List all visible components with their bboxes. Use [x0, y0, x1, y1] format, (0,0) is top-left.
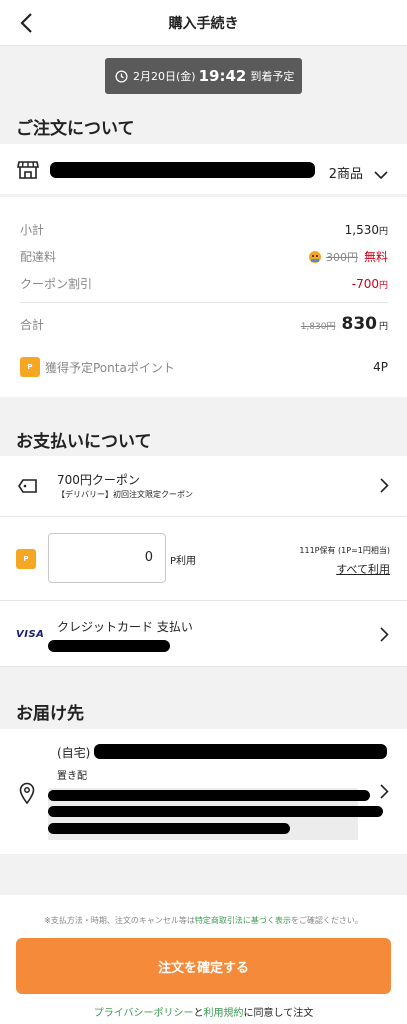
subtotal-label: 小計 [20, 223, 45, 237]
subtotal-value: 1,530 [344, 222, 379, 237]
header-bar: 購入手続き [0, 0, 407, 46]
visa-icon: VISA [16, 629, 45, 640]
coupon-tag-icon [18, 478, 38, 498]
address-line2-redacted [48, 806, 383, 817]
address-line3-redacted [48, 823, 290, 834]
points-use-input[interactable]: 0 [48, 533, 166, 583]
ponta-points-row: P 獲得予定Pontaポイント 4P [20, 356, 388, 378]
payment-section-title: お支払いについて [16, 432, 152, 452]
points-label: 獲得予定Pontaポイント [45, 360, 175, 375]
total-value: 830 [341, 314, 377, 334]
card-number-redacted [48, 640, 170, 652]
store-icon [17, 160, 39, 184]
total-row: 合計 1,830円 830 円 [20, 314, 388, 334]
coupon-row[interactable]: 700円クーポン 【デリバリー】初回注文限定クーポン [0, 456, 407, 517]
terms-link[interactable]: 利用規約 [204, 1008, 244, 1019]
eta-label: 到着予定 [250, 70, 295, 83]
chevron-right-icon [380, 627, 389, 646]
points-unit: P利用 [170, 556, 197, 567]
coupon-title: 700円クーポン [57, 473, 140, 487]
shipping-original: 300円 [325, 250, 358, 264]
summary-divider [20, 302, 388, 303]
checkout-footer: ※支払方法・時期、注文のキャンセル等は特定商取引法に基づく表示をご確認ください。… [0, 895, 407, 1024]
clock-icon [115, 69, 128, 83]
points-held: 111P保有 (1P=1円相当) [299, 546, 390, 555]
privacy-policy-link[interactable]: プライバシーポリシー [94, 1008, 194, 1019]
legal-note: ※支払方法・時期、注文のキャンセル等は特定商取引法に基づく表示をご確認ください。 [44, 916, 363, 925]
address-name-redacted [94, 744, 387, 759]
store-name-redacted [50, 162, 315, 178]
eta-time: 19:42 [198, 67, 247, 85]
chevron-right-icon [380, 478, 389, 497]
eta-date: 2月20日(金) [133, 70, 196, 83]
page-title: 購入手続き [168, 16, 239, 32]
drop-method: 置き配 [57, 771, 87, 782]
delivery-mascot-icon [308, 250, 322, 264]
ponta-icon: P [16, 549, 36, 569]
total-original: 1,830円 [300, 322, 336, 332]
ponta-icon: P [20, 357, 40, 377]
points-value: 4P [373, 360, 388, 374]
coupon-discount-row: クーポン割引 -700円 [20, 276, 388, 292]
order-section-title: ご注文について [16, 119, 135, 139]
coupon-discount-label: クーポン割引 [20, 277, 93, 291]
delivery-section-title: お届け先 [16, 704, 84, 724]
subtotal-row: 小計 1,530円 [20, 222, 388, 238]
commerce-law-link[interactable]: 特定商取引法に基づく表示 [195, 916, 291, 925]
chevron-down-icon[interactable] [374, 165, 388, 184]
shipping-free: 無料 [363, 250, 388, 264]
delivery-eta-badge: 2月20日(金) 19:42 到着予定 [105, 58, 302, 94]
shipping-row: 配達料 300円 無料 [20, 248, 388, 265]
chevron-right-icon [380, 784, 389, 803]
shipping-label: 配達料 [20, 250, 57, 264]
total-label: 合計 [20, 317, 45, 332]
use-all-points-link[interactable]: すべて利用 [336, 561, 390, 577]
address-line1-redacted [48, 790, 370, 801]
card-label: クレジットカード 支払い [57, 620, 193, 634]
coupon-discount-value: -700 [351, 276, 379, 291]
location-pin-icon [19, 782, 35, 808]
items-count: 2商品 [328, 167, 363, 182]
confirm-order-button[interactable]: 注文を確定する [16, 938, 391, 994]
agreement-text: プライバシーポリシーと利用規約に同意して注文 [93, 1008, 314, 1019]
address-type: (自宅) [57, 746, 91, 760]
coupon-subtitle: 【デリバリー】初回注文限定クーポン [57, 490, 193, 499]
